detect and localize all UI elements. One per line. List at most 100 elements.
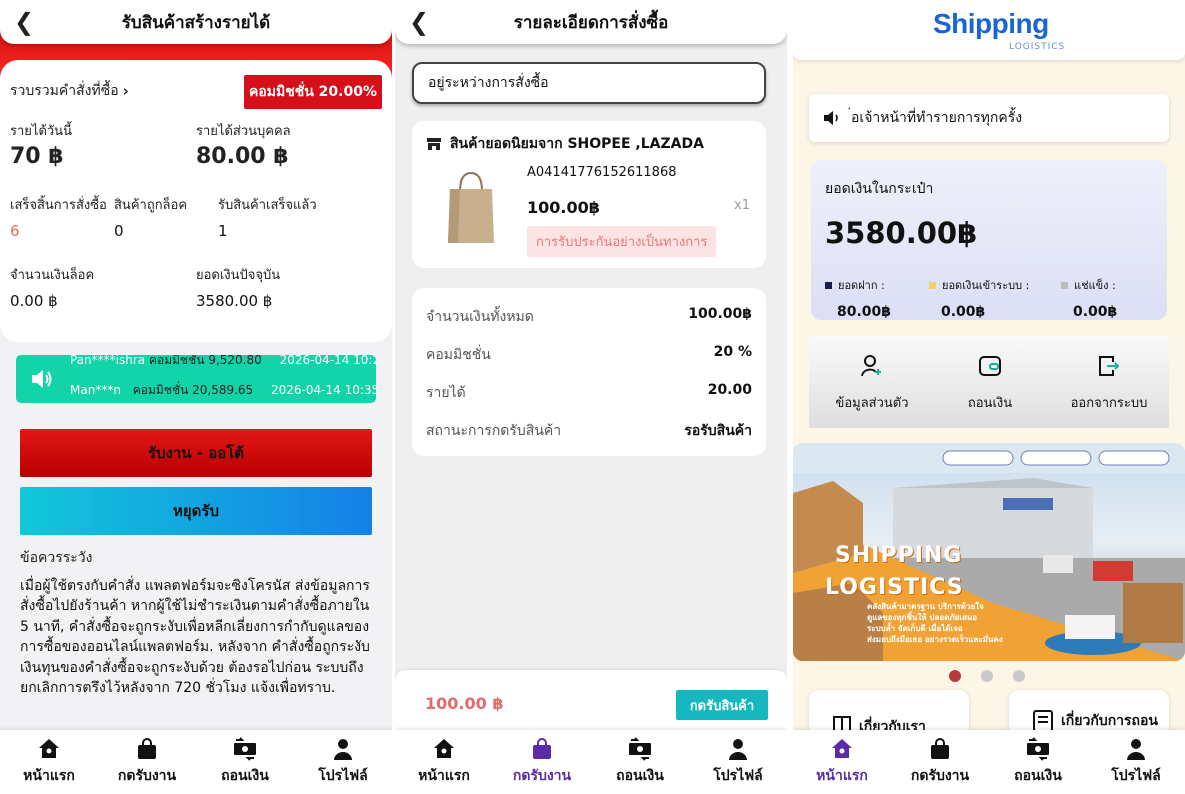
carousel-dot[interactable]: [1013, 670, 1025, 682]
nav-home[interactable]: หน้าแรก: [793, 730, 891, 794]
page-title: รายละเอียดการสั่งซื้อ: [513, 12, 669, 33]
legend-swatch: [929, 281, 936, 289]
summary-value: รอรับสินค้า: [684, 423, 752, 439]
wallet-stat: ยอดฝาก : 80.00฿: [825, 276, 891, 320]
today-income-label: รายได้วันนี้: [10, 124, 72, 139]
money-exchange-icon: [1027, 737, 1049, 761]
wallet-amount: 3580.00฿: [825, 216, 978, 250]
user-add-icon: [861, 355, 881, 377]
ticker-time: 2026-04-14 10:20:10: [279, 355, 376, 367]
locked-amount: 0.00 ฿: [10, 292, 58, 310]
home-icon: [39, 739, 59, 758]
product-card: สินค้ายอดนิยมจาก SHOPEE ,LAZADA A0414177…: [412, 121, 766, 268]
ticker-text: คอมมิชชั่น 9,520.80: [148, 355, 262, 367]
action-withdraw[interactable]: ถอนเงิน: [937, 354, 1043, 413]
summary-label: จำนวนเงินทั้งหมด: [426, 309, 534, 325]
wallet-stat: แช่แข็ง : 0.00฿: [1061, 276, 1117, 320]
bottom-nav: หน้าแรก กดรับงาน ถอนเงิน โปรไฟล์: [793, 730, 1185, 794]
nav-tasks[interactable]: กดรับงาน: [493, 730, 591, 794]
nav-withdraw-label: ถอนเงิน: [616, 768, 664, 784]
home-panel: Shipping LOGISTICS ่อเจ้าหน้าที่ทำรายการ…: [793, 0, 1185, 794]
caution-title: ข้อควรระวัง: [20, 550, 93, 566]
nav-profile[interactable]: โปรไฟล์: [689, 730, 787, 794]
shopping-bag-icon: [533, 738, 551, 759]
wallet-stat-value: 0.00฿: [1073, 304, 1118, 320]
back-icon[interactable]: ❮: [14, 8, 34, 36]
order-summary-link[interactable]: รวบรวมคำสั่งที่ซื้อ ›: [10, 80, 129, 102]
ticker-row: Man***n คอมมิชชั่น 20,589.65 2026-04-14 …: [70, 381, 376, 400]
home-icon: [832, 739, 852, 758]
money-exchange-icon: [234, 737, 256, 761]
summary-row: สถานะการกดรับสินค้า รอรับสินค้า: [426, 420, 752, 442]
summary-label: คอมมิชชั่น: [426, 347, 491, 363]
guarantee-badge: การรับประกันอย่างเป็นทางการ: [527, 226, 717, 257]
summary-row: คอมมิชชั่น 20 %: [426, 344, 752, 366]
header-bar: ❮ รับสินค้าสร้างรายได้: [0, 0, 392, 44]
order-summary-card: จำนวนเงินทั้งหมด 100.00฿ คอมมิชชั่น 20 % ราย…: [412, 288, 766, 456]
back-icon[interactable]: ❮: [409, 8, 429, 36]
completed-value: 6: [10, 222, 20, 240]
nav-tasks[interactable]: กดรับงาน: [98, 730, 196, 794]
nav-profile[interactable]: โปรไฟล์: [1087, 730, 1185, 794]
summary-value: 20.00: [707, 382, 752, 398]
wallet-stat-value: 0.00฿: [941, 304, 986, 320]
received-value: 1: [218, 222, 228, 240]
action-logout-label: ออกจากระบบ: [1070, 396, 1148, 411]
shopping-bag-icon: [138, 738, 156, 759]
nav-home-label: หน้าแรก: [816, 768, 868, 784]
action-profile[interactable]: ข้อมูลส่วนตัว: [809, 354, 935, 413]
locked-value: 0: [114, 222, 124, 240]
nav-withdraw[interactable]: ถอนเงิน: [196, 730, 294, 794]
store-name: สินค้ายอดนิยมจาก SHOPEE ,LAZADA: [450, 136, 704, 152]
auto-accept-button[interactable]: รับงาน - ออโต้: [20, 429, 372, 477]
order-detail-panel: ❮ รายละเอียดการสั่งซื้อ อยู่ระหว่างการสั…: [395, 0, 787, 794]
ticker-row: Pan****ishra คอมมิชชั่น 9,520.80 2026-04…: [70, 355, 376, 370]
logo-subtext: LOGISTICS: [1009, 42, 1066, 52]
wallet-card: ยอดเงินในกระเป๋า 3580.00฿ ยอดฝาก : 80.00฿…: [811, 160, 1167, 320]
promo-banner[interactable]: SHIPPING LOGISTICS คลังสินค้ามาตรฐาน บริ…: [793, 443, 1185, 661]
store-row: สินค้ายอดนิยมจาก SHOPEE ,LAZADA: [426, 133, 704, 155]
wallet-stat-value: 80.00฿: [837, 304, 892, 320]
wallet-stat-head: ยอดเงินเข้าระบบ :: [929, 276, 1029, 294]
nav-profile[interactable]: โปรไฟล์: [294, 730, 392, 794]
receive-goods-button[interactable]: กดรับสินค้า: [676, 690, 768, 720]
stop-button[interactable]: หยุดรับ: [20, 487, 372, 535]
summary-row: รายได้ 20.00: [426, 382, 752, 404]
summary-value: 20 %: [713, 344, 752, 360]
footer-total: 100.00 ฿: [425, 694, 504, 713]
nav-home[interactable]: หน้าแรก: [0, 730, 98, 794]
withdraw-info-row: เกี่ยวกับการถอน: [1033, 710, 1158, 732]
legend-swatch: [825, 281, 832, 289]
action-logout[interactable]: ออกจากระบบ: [1053, 354, 1165, 413]
logo-header: Shipping LOGISTICS: [793, 0, 1185, 60]
banner-line: ส่งมอบถึงมือเธอ อย่างรวดเร็วและมั่นคง: [867, 635, 1003, 644]
wallet-icon: [979, 356, 1001, 376]
nav-withdraw-label: ถอนเงิน: [1014, 768, 1062, 784]
bottom-nav: หน้าแรก กดรับงาน ถอนเงิน โปรไฟล์: [395, 730, 787, 794]
nav-home[interactable]: หน้าแรก: [395, 730, 493, 794]
header-bar: ❮ รายละเอียดการสั่งซื้อ: [395, 0, 787, 44]
notice-bar: ่อเจ้าหน้าที่ทำรายการทุกครั้ง: [809, 94, 1169, 142]
wallet-stat-label: ยอดเงินเข้าระบบ :: [942, 279, 1030, 292]
carousel-dot-active[interactable]: [949, 670, 961, 682]
personal-income-label: รายได้ส่วนบุคคล: [196, 124, 291, 139]
carousel-dot[interactable]: [981, 670, 993, 682]
wallet-stat-head: ยอดฝาก :: [825, 276, 891, 294]
banner-line: ดูแลของทุกชิ้นให้ ปลอดภัยเสมอ: [867, 613, 978, 622]
speaker-icon: [824, 111, 838, 125]
banner-title-2: LOGISTICS: [825, 575, 964, 600]
nav-withdraw[interactable]: ถอนเงิน: [591, 730, 689, 794]
completed-label: เสร็จสิ้นการสั่งซื้อ: [10, 198, 107, 213]
order-id: A04141776152611868: [527, 165, 677, 180]
wallet-stat-label: แช่แข็ง :: [1074, 279, 1116, 292]
money-exchange-icon: [629, 737, 651, 761]
page-title: รับสินค้าสร้างรายได้: [121, 12, 271, 33]
nav-tasks[interactable]: กดรับงาน: [891, 730, 989, 794]
home-icon: [434, 739, 454, 758]
today-income: 70 ฿: [10, 144, 64, 169]
quick-actions: ข้อมูลส่วนตัว ถอนเงิน ออกจากระบบ: [809, 336, 1169, 428]
action-profile-label: ข้อมูลส่วนตัว: [835, 396, 909, 411]
banner-line: คลังสินค้ามาตรฐาน บริการด้วยใจ: [867, 602, 984, 611]
legend-swatch: [1061, 281, 1068, 289]
nav-withdraw[interactable]: ถอนเงิน: [989, 730, 1087, 794]
